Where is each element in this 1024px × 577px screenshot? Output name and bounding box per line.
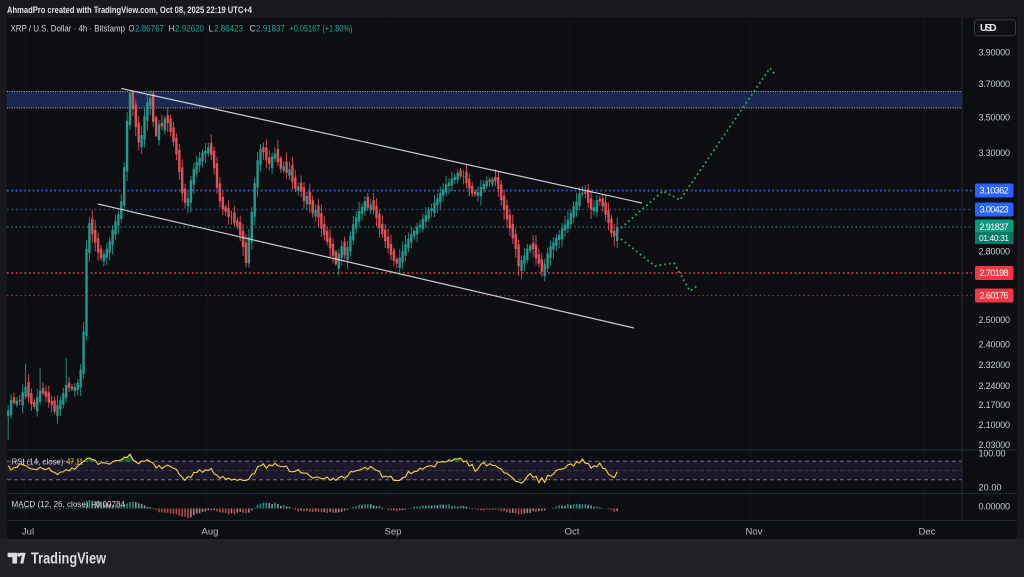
svg-text:2.70198: 2.70198 (980, 268, 1009, 278)
svg-text:3.90000: 3.90000 (979, 47, 1011, 57)
svg-text:RSI (14, close): RSI (14, close) (12, 458, 64, 467)
svg-text:2.40000: 2.40000 (979, 339, 1011, 349)
svg-text:20.00: 20.00 (979, 483, 1002, 493)
svg-text:C: C (250, 24, 256, 34)
svg-text:47.11: 47.11 (67, 458, 84, 467)
svg-text:Oct: Oct (565, 527, 580, 538)
svg-text:L: L (209, 24, 214, 34)
svg-text:Jul: Jul (22, 527, 34, 538)
svg-text:Aug: Aug (202, 527, 219, 538)
svg-text:−0.00784: −0.00784 (91, 500, 126, 509)
svg-text:2.91837: 2.91837 (980, 222, 1009, 232)
svg-text:2.17000: 2.17000 (979, 400, 1011, 410)
svg-text:2.80000: 2.80000 (979, 247, 1011, 257)
svg-text:2.24000: 2.24000 (979, 381, 1011, 391)
svg-text:H: H (169, 24, 175, 34)
svg-text:XRP / U.S. Dollar · 4h · Bitst: XRP / U.S. Dollar · 4h · Bitstamp (11, 24, 126, 34)
svg-text:TradingView: TradingView (31, 551, 106, 568)
svg-text:3.10362: 3.10362 (980, 186, 1009, 196)
svg-text:MACD (12, 26, close): MACD (12, 26, close) (12, 500, 89, 509)
svg-text:+0.05167 (+1.80%): +0.05167 (+1.80%) (290, 24, 353, 34)
svg-text:2.86767: 2.86767 (135, 24, 164, 34)
svg-text:2.91837: 2.91837 (256, 24, 285, 34)
svg-text:O: O (129, 24, 135, 34)
svg-text:Nov: Nov (746, 527, 763, 538)
svg-text:3.70000: 3.70000 (979, 79, 1011, 89)
svg-text:AhmadPro created with TradingV: AhmadPro created with TradingView.com, O… (7, 5, 253, 16)
svg-text:3.00423: 3.00423 (980, 205, 1009, 215)
svg-text:Sep: Sep (385, 527, 402, 538)
svg-text:3.30000: 3.30000 (979, 148, 1011, 158)
svg-text:2.50000: 2.50000 (979, 315, 1011, 325)
svg-text:Dec: Dec (919, 527, 936, 538)
svg-text:2.86423: 2.86423 (214, 24, 243, 34)
svg-text:2.92620: 2.92620 (175, 24, 204, 34)
svg-text:2.60176: 2.60176 (980, 291, 1009, 301)
svg-text:USD: USD (980, 23, 997, 34)
svg-text:0.00000: 0.00000 (979, 502, 1011, 512)
svg-text:3.50000: 3.50000 (979, 112, 1011, 122)
svg-text:2.32000: 2.32000 (979, 360, 1011, 370)
svg-text:01:40:31: 01:40:31 (979, 233, 1009, 243)
svg-text:100.00: 100.00 (979, 449, 1006, 459)
svg-text:2.10000: 2.10000 (979, 420, 1011, 430)
